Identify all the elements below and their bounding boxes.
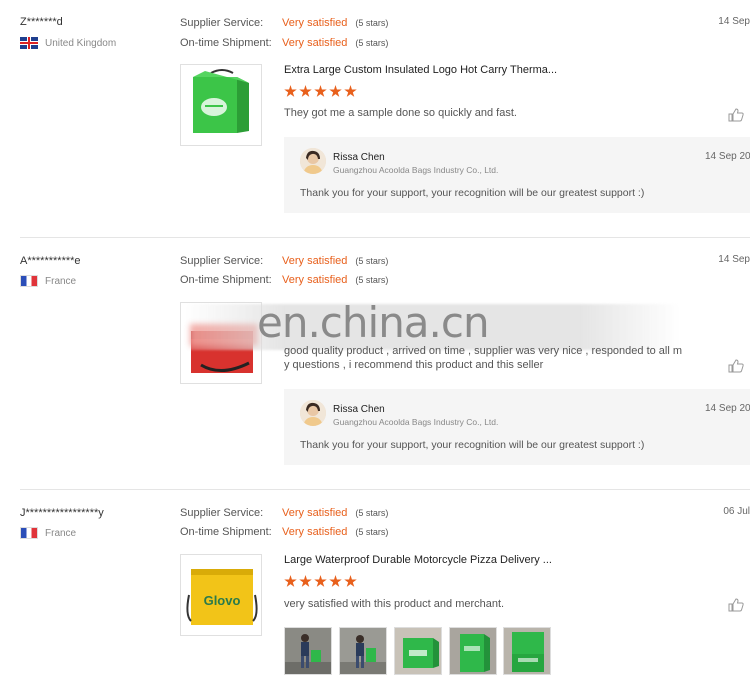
review-photo[interactable] xyxy=(449,627,497,675)
rating-label: On-time Shipment: xyxy=(180,526,272,538)
green-bag-photo-icon xyxy=(395,628,441,674)
rating-value: Very satisfied xyxy=(282,274,348,286)
supplier-service-rating: Supplier Service: Very satisfied (5 star… xyxy=(180,507,388,519)
green-bag-photo-icon xyxy=(504,628,550,674)
supplier-reply: Rissa Chen Guangzhou Acoolda Bags Indust… xyxy=(284,137,750,213)
avatar xyxy=(300,400,326,426)
reviewer-country: United Kingdom xyxy=(20,37,116,49)
reviewer-name: A***********e xyxy=(20,255,81,267)
thumbs-up-icon[interactable] xyxy=(728,598,744,612)
star-icon xyxy=(284,85,297,97)
star-rating xyxy=(284,85,357,98)
thumbs-up-icon[interactable] xyxy=(728,108,744,122)
product-thumbnail[interactable]: Glovo xyxy=(180,554,262,636)
product-title-link[interactable]: Extra Large Custom Insulated Logo Hot Ca… xyxy=(284,64,557,76)
review-comment: very satisfied with this product and mer… xyxy=(284,598,505,610)
ontime-shipment-rating: On-time Shipment: Very satisfied (5 star… xyxy=(180,526,388,538)
star-icon xyxy=(314,575,327,587)
review-date: 14 Sep xyxy=(718,16,750,27)
supplier-service-rating: Supplier Service: Very satisfied (5 star… xyxy=(180,17,388,29)
reply-date: 14 Sep 202 xyxy=(705,403,750,414)
review-divider xyxy=(20,237,750,238)
supplier-service-rating: Supplier Service: Very satisfied (5 star… xyxy=(180,255,388,267)
uk-flag-icon xyxy=(20,37,38,49)
review-comment-line: good quality product , arrived on time ,… xyxy=(284,345,683,357)
rating-stars-text: (5 stars) xyxy=(355,18,389,28)
ontime-shipment-rating: On-time Shipment: Very satisfied (5 star… xyxy=(180,274,388,286)
star-icon xyxy=(299,575,312,587)
person-avatar-icon xyxy=(300,400,326,426)
review-photo[interactable] xyxy=(503,627,551,675)
country-label: United Kingdom xyxy=(45,37,117,49)
star-icon xyxy=(344,85,357,97)
reviewer-name: Z*******d xyxy=(20,16,63,28)
star-icon xyxy=(329,85,342,97)
reviewer-name: J*****************y xyxy=(20,507,104,519)
country-label: France xyxy=(45,527,77,539)
product-title-link[interactable]: Large Waterproof Durable Motorcycle Pizz… xyxy=(284,554,552,566)
review-date: 06 Jul xyxy=(723,506,750,517)
star-icon xyxy=(284,575,297,587)
review-photo[interactable] xyxy=(394,627,442,675)
france-flag-icon xyxy=(20,527,38,539)
green-cooler-bag-icon xyxy=(193,69,249,133)
rating-stars-text: (5 stars) xyxy=(355,508,389,518)
star-icon xyxy=(344,575,357,587)
review-comment: They got me a sample done so quickly and… xyxy=(284,107,517,119)
rating-label: Supplier Service: xyxy=(180,507,264,519)
review-divider xyxy=(20,489,750,490)
review-date: 14 Sep xyxy=(718,254,750,265)
rating-label: Supplier Service: xyxy=(180,17,264,29)
star-icon xyxy=(299,85,312,97)
watermark-text: en.china.cn xyxy=(257,298,490,347)
france-flag-icon xyxy=(20,275,38,287)
star-icon xyxy=(329,575,342,587)
rating-value: Very satisfied xyxy=(282,255,348,267)
reply-date: 14 Sep 202 xyxy=(705,151,750,162)
country-label: France xyxy=(45,275,77,287)
yellow-glovo-bag-icon: Glovo xyxy=(186,569,258,625)
thumb-logo-text: Glovo xyxy=(204,593,241,608)
rating-label: On-time Shipment: xyxy=(180,37,272,49)
review-comment-line: y questions , i recommend this product a… xyxy=(284,359,544,371)
review-photo[interactable] xyxy=(339,627,387,675)
reviewer-country: France xyxy=(20,275,76,287)
rating-label: On-time Shipment: xyxy=(180,274,272,286)
rating-value: Very satisfied xyxy=(282,37,348,49)
rating-label: Supplier Service: xyxy=(180,255,264,267)
supplier-reply: Rissa Chen Guangzhou Acoolda Bags Indust… xyxy=(284,389,750,465)
reply-author-name: Rissa Chen xyxy=(333,152,385,163)
person-with-bag-photo-icon xyxy=(285,628,331,674)
rating-value: Very satisfied xyxy=(282,17,348,29)
green-bag-photo-icon xyxy=(450,628,496,674)
rating-stars-text: (5 stars) xyxy=(355,38,389,48)
reviewer-country: France xyxy=(20,527,76,539)
reply-company: Guangzhou Acoolda Bags Industry Co., Ltd… xyxy=(333,417,499,427)
reply-text: Thank you for your support, your recogni… xyxy=(300,187,645,199)
reply-author-name: Rissa Chen xyxy=(333,404,385,415)
review-photo[interactable] xyxy=(284,627,332,675)
rating-stars-text: (5 stars) xyxy=(355,275,389,285)
person-with-bag-photo-icon xyxy=(340,628,386,674)
rating-value: Very satisfied xyxy=(282,526,348,538)
star-icon xyxy=(314,85,327,97)
reply-text: Thank you for your support, your recogni… xyxy=(300,439,645,451)
reply-company: Guangzhou Acoolda Bags Industry Co., Ltd… xyxy=(333,165,499,175)
rating-value: Very satisfied xyxy=(282,507,348,519)
ontime-shipment-rating: On-time Shipment: Very satisfied (5 star… xyxy=(180,37,388,49)
avatar xyxy=(300,148,326,174)
rating-stars-text: (5 stars) xyxy=(355,527,389,537)
rating-stars-text: (5 stars) xyxy=(355,256,389,266)
product-thumbnail[interactable] xyxy=(180,64,262,146)
thumbs-up-icon[interactable] xyxy=(728,359,744,373)
person-avatar-icon xyxy=(300,148,326,174)
star-rating xyxy=(284,575,357,588)
